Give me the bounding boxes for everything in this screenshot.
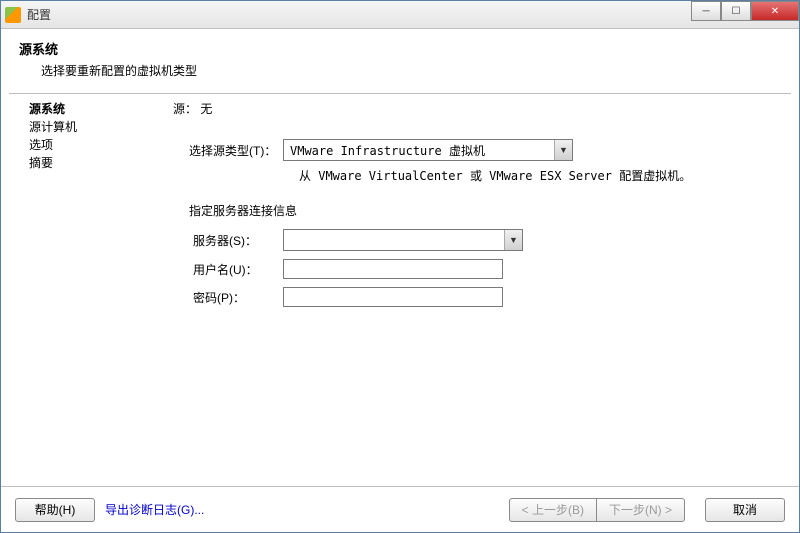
source-status: 源： 无 (173, 100, 781, 117)
minimize-button[interactable]: ─ (691, 1, 721, 21)
cancel-button[interactable]: 取消 (705, 498, 785, 522)
server-dropdown[interactable]: ▼ (283, 229, 523, 251)
username-input[interactable] (283, 259, 503, 279)
page-subtitle: 选择要重新配置的虚拟机类型 (41, 62, 781, 79)
step-options[interactable]: 选项 (29, 136, 173, 154)
source-type-row: 选择源类型(T)： VMware Infrastructure 虚拟机 ▼ (173, 139, 781, 161)
username-label: 用户名(U)： (193, 261, 283, 278)
window-title: 配置 (27, 6, 51, 23)
wizard-body: 源系统 源计算机 选项 摘要 源： 无 选择源类型(T)： VMware Inf… (1, 94, 799, 492)
source-type-value: VMware Infrastructure 虚拟机 (284, 142, 554, 159)
wizard-footer: 帮助(H) 导出诊断日志(G)... < 上一步(B) 下一步(N) > 取消 (1, 486, 799, 532)
source-type-hint: 从 VMware VirtualCenter 或 VMware ESX Serv… (299, 167, 781, 184)
back-button[interactable]: < 上一步(B) (509, 498, 597, 522)
wizard-main-panel: 源： 无 选择源类型(T)： VMware Infrastructure 虚拟机… (173, 94, 799, 492)
source-label: 源： (173, 102, 197, 116)
password-input[interactable] (283, 287, 503, 307)
config-wizard-window: 配置 ─ ☐ ✕ 源系统 选择要重新配置的虚拟机类型 源系统 源计算机 选项 摘… (0, 0, 800, 533)
chevron-down-icon: ▼ (554, 140, 572, 160)
server-row: 服务器(S)： ▼ (193, 229, 781, 251)
titlebar[interactable]: 配置 ─ ☐ ✕ (1, 1, 799, 29)
username-row: 用户名(U)： (193, 259, 781, 279)
source-value: 无 (200, 102, 212, 116)
server-group-label: 指定服务器连接信息 (189, 202, 781, 219)
chevron-down-icon: ▼ (504, 230, 522, 250)
wizard-header: 源系统 选择要重新配置的虚拟机类型 (1, 29, 799, 93)
close-button[interactable]: ✕ (751, 1, 799, 21)
source-type-dropdown[interactable]: VMware Infrastructure 虚拟机 ▼ (283, 139, 573, 161)
password-label: 密码(P)： (193, 289, 283, 306)
help-button[interactable]: 帮助(H) (15, 498, 95, 522)
page-title: 源系统 (19, 39, 781, 58)
export-log-link[interactable]: 导出诊断日志(G)... (105, 501, 204, 518)
next-button[interactable]: 下一步(N) > (597, 498, 685, 522)
source-type-label: 选择源类型(T)： (173, 142, 283, 159)
wizard-steps-sidebar: 源系统 源计算机 选项 摘要 (1, 94, 173, 492)
step-summary[interactable]: 摘要 (29, 154, 173, 172)
step-source-computer[interactable]: 源计算机 (29, 118, 173, 136)
step-source-system[interactable]: 源系统 (29, 100, 173, 118)
app-icon (5, 7, 21, 23)
server-label: 服务器(S)： (193, 232, 283, 249)
maximize-button[interactable]: ☐ (721, 1, 751, 21)
window-controls: ─ ☐ ✕ (691, 1, 799, 21)
password-row: 密码(P)： (193, 287, 781, 307)
nav-button-group: < 上一步(B) 下一步(N) > (509, 498, 685, 522)
